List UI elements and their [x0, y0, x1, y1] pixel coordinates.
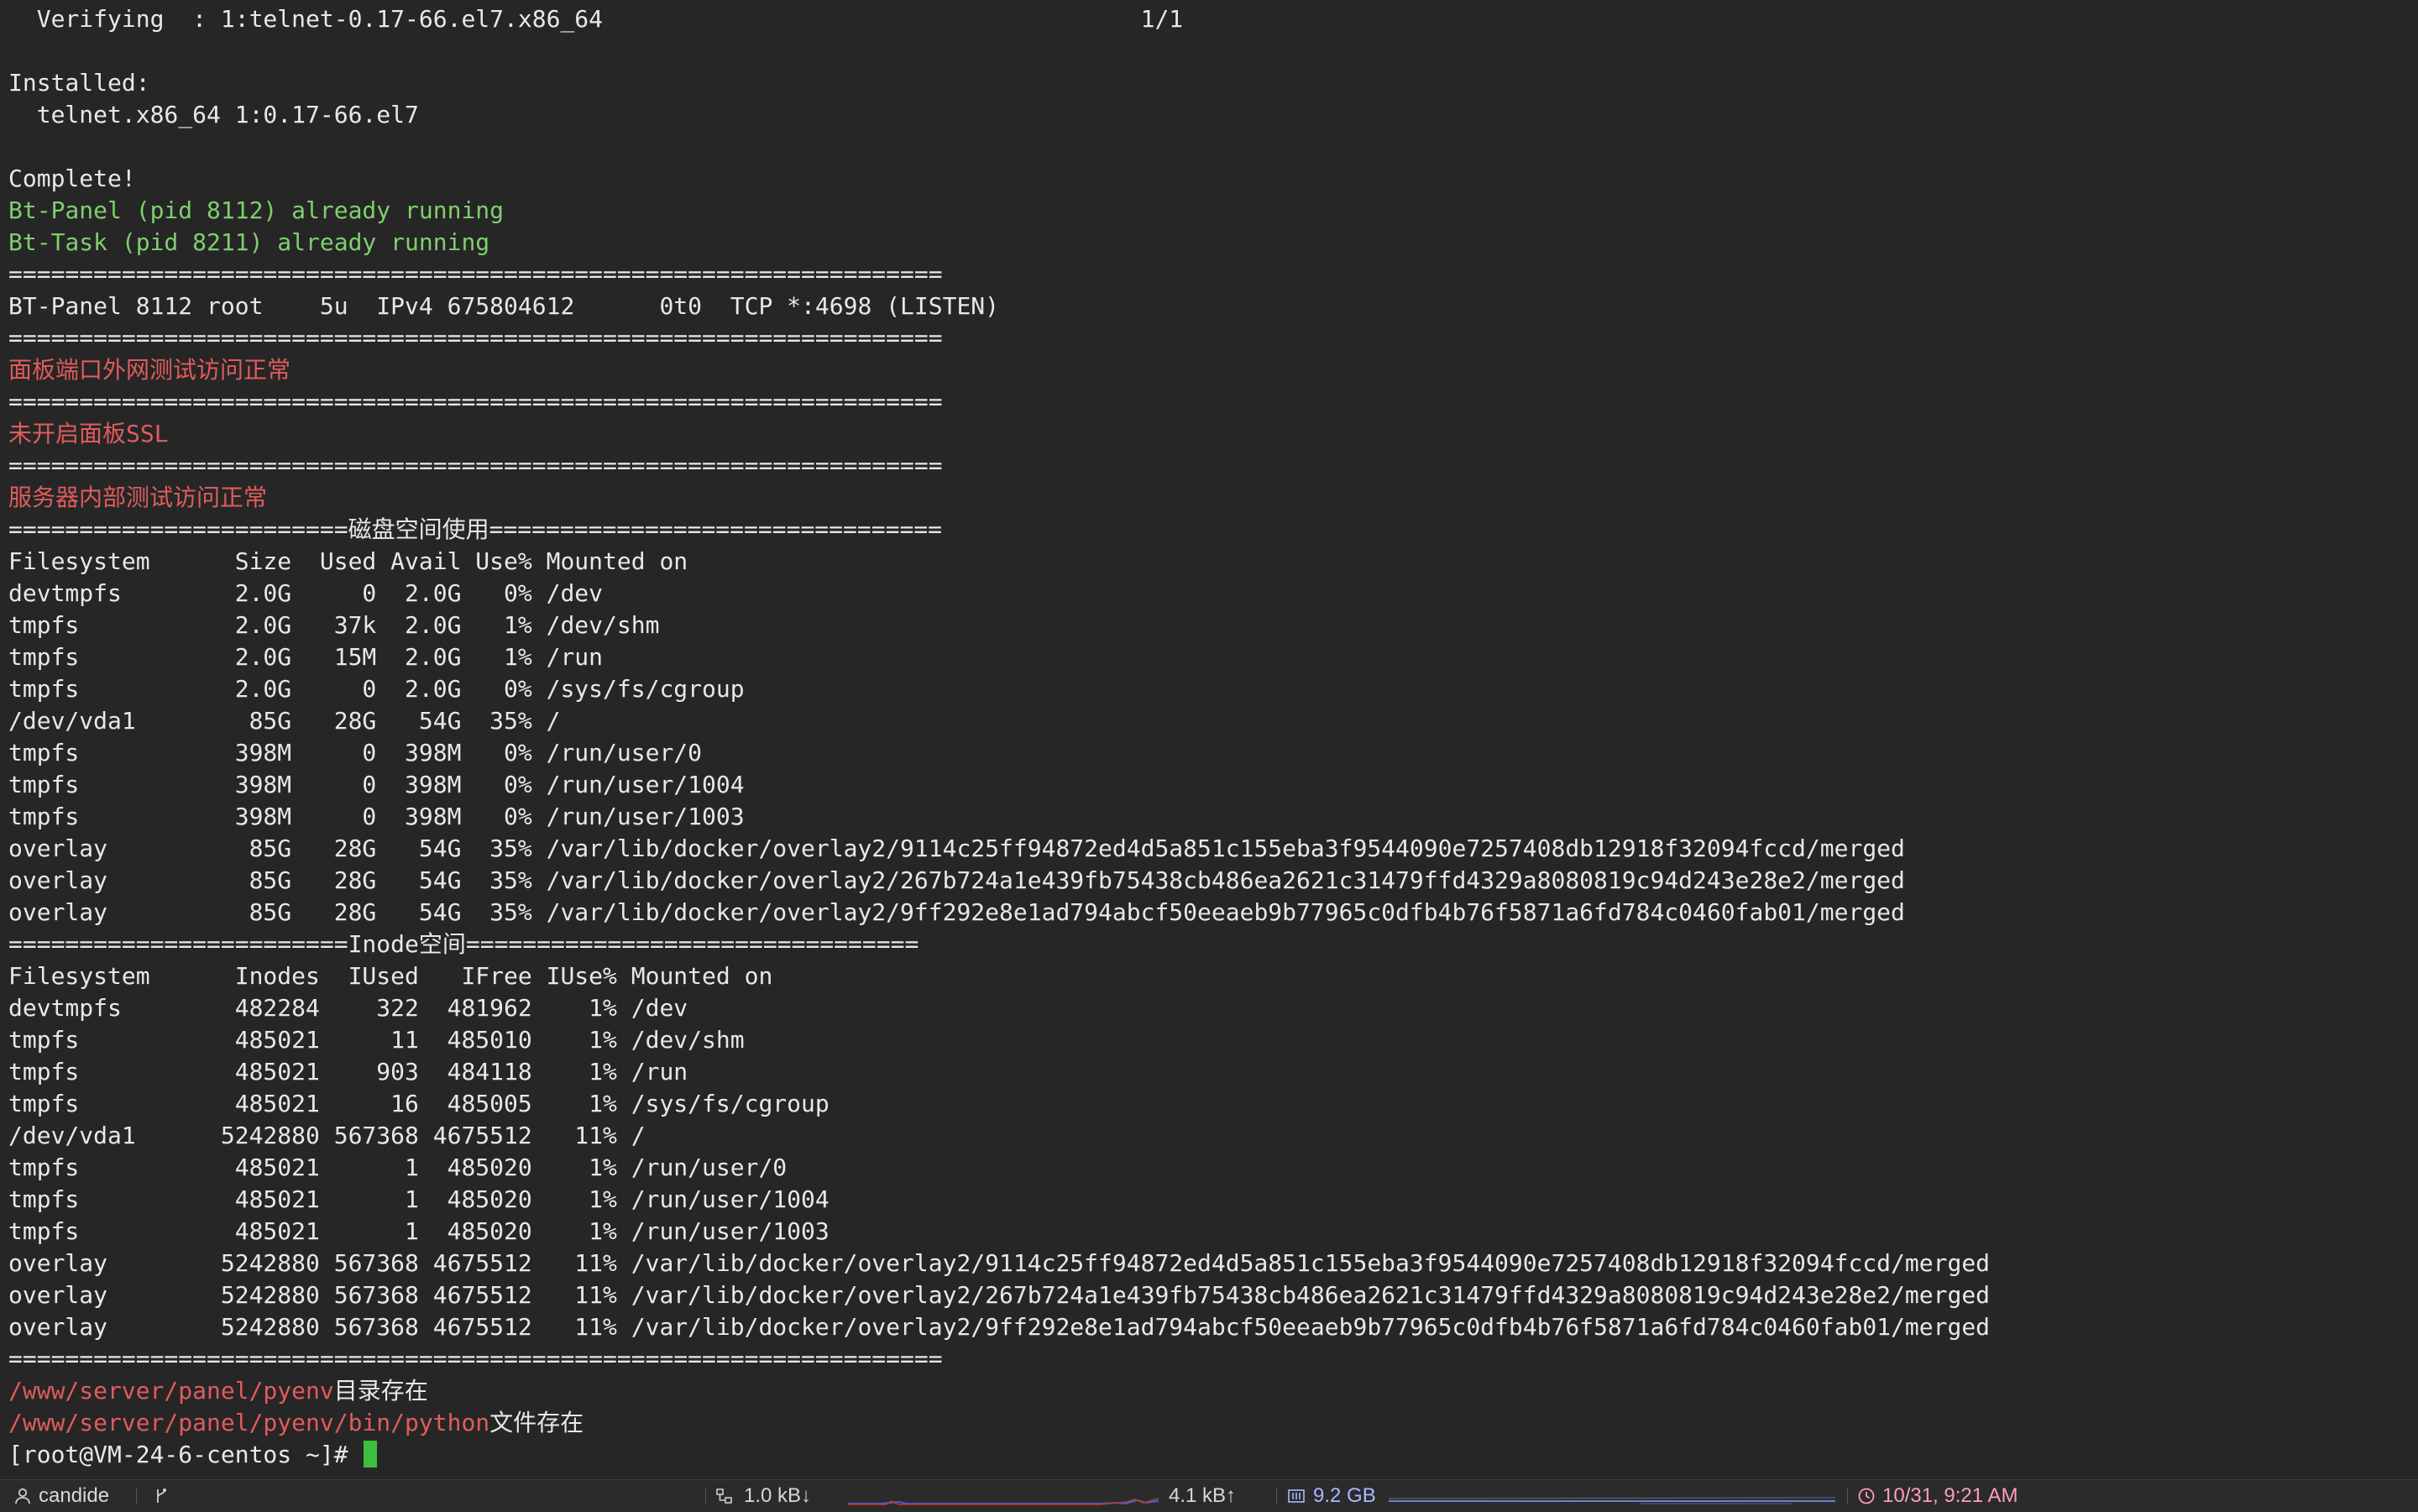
terminal-line: tmpfs 2.0G 15M 2.0G 1% /run — [8, 643, 604, 671]
network-icon — [715, 1487, 737, 1505]
terminal-text-segment: /www/server/panel/pyenv — [8, 1377, 334, 1405]
memory-graph — [1389, 1497, 1835, 1504]
datetime-label: 10/31, 9:21 AM — [1882, 1484, 2018, 1507]
status-network-up: 4.1 kB↑ — [1169, 1480, 1236, 1512]
terminal-line: overlay 85G 28G 54G 35% /var/lib/docker/… — [8, 834, 1905, 862]
terminal-line: telnet.x86_64 1:0.17-66.el7 — [8, 101, 419, 128]
terminal-line: /www/server/panel/pyenv目录存在 — [8, 1375, 2418, 1407]
terminal-line: 面板端口外网测试访问正常 — [8, 356, 291, 384]
terminal-line: /dev/vda1 5242880 567368 4675512 11% / — [8, 1122, 646, 1149]
terminal-line: ========================Inode空间=========… — [8, 930, 919, 958]
terminal-line: Filesystem Size Used Avail Use% Mounted … — [8, 547, 688, 575]
terminal-line: ========================================… — [8, 260, 943, 288]
status-git — [153, 1480, 170, 1512]
terminal-line: Filesystem Inodes IUsed IFree IUse% Moun… — [8, 962, 773, 990]
clock-icon — [1857, 1487, 1876, 1505]
terminal-line: tmpfs 2.0G 37k 2.0G 1% /dev/shm — [8, 611, 660, 639]
terminal-line: /dev/vda1 85G 28G 54G 35% / — [8, 707, 561, 735]
terminal-line: Complete! — [8, 165, 136, 192]
memory-chip-icon — [1286, 1487, 1306, 1505]
terminal-line: Bt-Panel (pid 8112) already running — [8, 196, 505, 224]
status-divider — [1276, 1488, 1277, 1504]
terminal-prompt-line[interactable]: [root@VM-24-6-centos ~]# — [8, 1439, 2418, 1471]
shell-prompt: [root@VM-24-6-centos ~]# — [8, 1441, 363, 1468]
terminal-line: devtmpfs 2.0G 0 2.0G 0% /dev — [8, 579, 604, 607]
status-user: candide — [13, 1480, 109, 1512]
terminal-line: tmpfs 398M 0 398M 0% /run/user/1004 — [8, 771, 745, 798]
status-bar: candide 1.0 kB↓ 4.1 kB↑ 9.2 GB 10/31, 9:… — [0, 1479, 2418, 1512]
status-user-label: candide — [39, 1484, 110, 1507]
terminal-line: tmpfs 485021 1 485020 1% /run/user/1003 — [8, 1217, 830, 1245]
terminal-line: Verifying : 1:telnet-0.17-66.el7.x86_64 … — [8, 5, 1184, 33]
terminal-line: 未开启面板SSL — [8, 420, 169, 447]
terminal-line: tmpfs 2.0G 0 2.0G 0% /sys/fs/cgroup — [8, 675, 745, 703]
net-down-label: 1.0 kB↓ — [744, 1484, 812, 1507]
terminal-line: overlay 5242880 567368 4675512 11% /var/… — [8, 1249, 1991, 1277]
status-datetime: 10/31, 9:21 AM — [1857, 1480, 2018, 1512]
network-graph — [848, 1498, 1159, 1505]
terminal-line: tmpfs 485021 1 485020 1% /run/user/1004 — [8, 1185, 830, 1213]
net-up-label: 4.1 kB↑ — [1169, 1484, 1237, 1507]
terminal-line: BT-Panel 8112 root 5u IPv4 675804612 0t0… — [8, 292, 1000, 320]
memory-label: 9.2 GB — [1313, 1484, 1376, 1507]
git-branch-icon — [153, 1487, 170, 1505]
terminal-line: ========================================… — [8, 388, 943, 416]
terminal-window[interactable]: Verifying : 1:telnet-0.17-66.el7.x86_64 … — [0, 0, 2418, 1483]
terminal-line: tmpfs 398M 0 398M 0% /run/user/1003 — [8, 803, 745, 830]
terminal-line: tmpfs 485021 1 485020 1% /run/user/0 — [8, 1154, 788, 1181]
terminal-line: ========================================… — [8, 1345, 943, 1373]
terminal-line: overlay 5242880 567368 4675512 11% /var/… — [8, 1281, 1991, 1309]
status-divider — [705, 1488, 706, 1504]
terminal-output: Verifying : 1:telnet-0.17-66.el7.x86_64 … — [0, 0, 2418, 1471]
text-cursor[interactable] — [364, 1441, 378, 1468]
terminal-line: ========================================… — [8, 452, 943, 479]
terminal-line: tmpfs 485021 11 485010 1% /dev/shm — [8, 1026, 745, 1054]
terminal-line: devtmpfs 482284 322 481962 1% /dev — [8, 994, 688, 1022]
terminal-line: overlay 85G 28G 54G 35% /var/lib/docker/… — [8, 898, 1905, 926]
terminal-line: tmpfs 398M 0 398M 0% /run/user/0 — [8, 739, 703, 766]
status-divider — [136, 1488, 137, 1504]
terminal-line: ========================磁盘空间使用==========… — [8, 515, 943, 543]
status-divider — [1847, 1488, 1848, 1504]
person-icon — [13, 1487, 32, 1505]
terminal-line: /www/server/panel/pyenv/bin/python文件存在 — [8, 1407, 2418, 1439]
terminal-text-segment: 文件存在 — [489, 1409, 584, 1436]
status-network-down: 1.0 kB↓ — [715, 1480, 811, 1512]
terminal-line: Installed: — [8, 69, 150, 97]
terminal-line: overlay 85G 28G 54G 35% /var/lib/docker/… — [8, 866, 1905, 894]
terminal-line: Bt-Task (pid 8211) already running — [8, 228, 490, 256]
terminal-line: 服务器内部测试访问正常 — [8, 484, 268, 511]
terminal-text-segment: /www/server/panel/pyenv/bin/python — [8, 1409, 490, 1436]
terminal-line: ========================================… — [8, 324, 943, 352]
terminal-line: tmpfs 485021 16 485005 1% /sys/fs/cgroup — [8, 1090, 830, 1117]
terminal-text-segment: 目录存在 — [333, 1377, 428, 1405]
status-memory: 9.2 GB — [1286, 1480, 1376, 1512]
terminal-line: tmpfs 485021 903 484118 1% /run — [8, 1058, 688, 1086]
terminal-line: overlay 5242880 567368 4675512 11% /var/… — [8, 1313, 1991, 1341]
